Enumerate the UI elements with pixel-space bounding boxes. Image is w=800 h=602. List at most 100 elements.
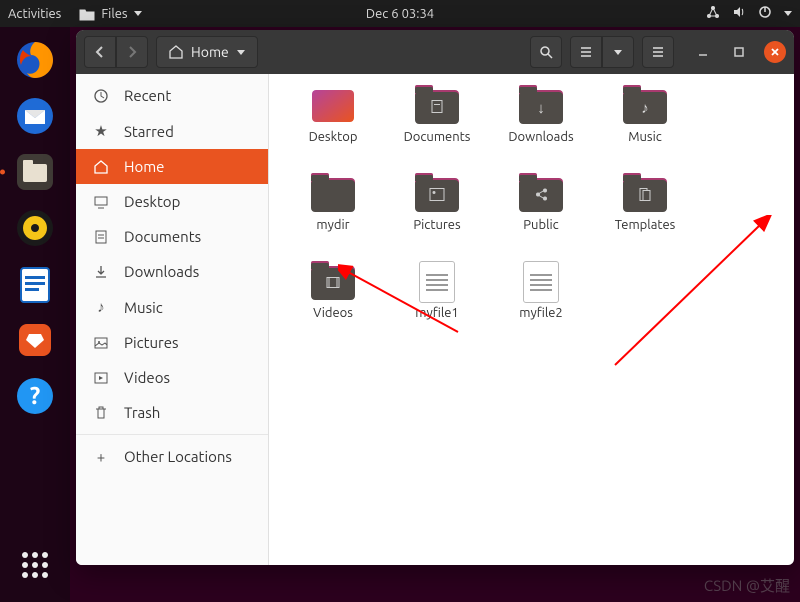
file-item-music[interactable]: ♪ Music [595, 86, 695, 166]
dock: ? [0, 27, 70, 602]
document-icon [92, 229, 110, 245]
view-options-button[interactable] [602, 36, 634, 68]
desktop-icon [92, 194, 110, 210]
sidebar-item-label: Trash [124, 404, 160, 421]
sidebar-item-label: Desktop [124, 193, 180, 210]
sidebar-item-music[interactable]: ♪ Music [76, 289, 268, 325]
power-icon[interactable] [758, 5, 772, 22]
folder-icon: ♪ [621, 86, 669, 126]
sidebar-item-trash[interactable]: Trash [76, 395, 268, 430]
search-button[interactable] [530, 36, 562, 68]
sidebar-item-documents[interactable]: Documents [76, 219, 268, 254]
folder-icon [621, 174, 669, 214]
sidebar-item-desktop[interactable]: Desktop [76, 184, 268, 219]
app-menu[interactable]: Files [79, 7, 141, 21]
clock-icon [92, 88, 110, 104]
home-icon [169, 45, 183, 59]
file-label: myfile1 [415, 306, 459, 320]
sidebar-item-label: Recent [124, 87, 171, 104]
path-bar[interactable]: Home [156, 36, 258, 68]
network-icon[interactable] [706, 5, 720, 22]
dock-libreoffice[interactable] [10, 259, 60, 309]
dock-rhythmbox[interactable] [10, 203, 60, 253]
folder-icon [309, 262, 357, 302]
maximize-button[interactable] [728, 41, 750, 63]
sidebar-item-recent[interactable]: Recent [76, 78, 268, 113]
file-label: Pictures [413, 218, 460, 232]
sidebar-item-starred[interactable]: ★ Starred [76, 113, 268, 149]
hamburger-button[interactable] [642, 36, 674, 68]
sidebar: Recent ★ Starred Home Desktop Documents D… [76, 74, 269, 565]
clock[interactable]: Dec 6 03:34 [366, 7, 434, 21]
music-icon: ♪ [92, 298, 110, 316]
app-menu-label: Files [101, 7, 127, 21]
folder-icon [79, 7, 95, 21]
file-item-myfile2[interactable]: myfile2 [491, 262, 591, 342]
svg-text:?: ? [30, 382, 41, 409]
dock-help[interactable]: ? [10, 371, 60, 421]
sidebar-item-home[interactable]: Home [76, 149, 268, 184]
desktop-folder-icon [309, 86, 357, 126]
folder-icon [517, 174, 565, 214]
download-icon [92, 264, 110, 280]
sidebar-item-label: Starred [124, 123, 174, 140]
file-label: Desktop [309, 130, 358, 144]
gnome-top-panel: Activities Files Dec 6 03:34 [0, 0, 800, 27]
sidebar-item-label: Pictures [124, 334, 179, 351]
dock-firefox[interactable] [10, 35, 60, 85]
file-item-myfile1[interactable]: myfile1 [387, 262, 487, 342]
folder-icon [309, 174, 357, 214]
file-label: Videos [313, 306, 353, 320]
files-window: Home Recent ★ Starred Home Desktop Docume… [76, 30, 794, 565]
folder-icon [413, 174, 461, 214]
file-item-templates[interactable]: Templates [595, 174, 695, 254]
sidebar-item-pictures[interactable]: Pictures [76, 325, 268, 360]
separator [76, 434, 268, 435]
home-icon [92, 159, 110, 175]
titlebar: Home [76, 30, 794, 74]
dock-show-apps[interactable] [10, 540, 60, 590]
trash-icon [92, 405, 110, 421]
sidebar-item-label: Videos [124, 369, 170, 386]
activities-button[interactable]: Activities [8, 7, 61, 21]
volume-icon[interactable] [732, 5, 746, 22]
dock-files[interactable] [10, 147, 60, 197]
close-button[interactable] [764, 41, 786, 63]
file-item-documents[interactable]: Documents [387, 86, 487, 166]
file-item-downloads[interactable]: ↓ Downloads [491, 86, 591, 166]
minimize-button[interactable] [692, 41, 714, 63]
file-label: Documents [404, 130, 471, 144]
path-label: Home [191, 44, 229, 60]
sidebar-item-label: Other Locations [124, 448, 232, 465]
sidebar-item-downloads[interactable]: Downloads [76, 254, 268, 289]
forward-button[interactable] [116, 36, 148, 68]
file-label: Templates [615, 218, 676, 232]
sidebar-item-label: Music [124, 299, 163, 316]
folder-icon: ↓ [517, 86, 565, 126]
back-button[interactable] [84, 36, 116, 68]
sidebar-item-videos[interactable]: Videos [76, 360, 268, 395]
text-file-icon [517, 262, 565, 302]
pictures-icon [92, 335, 110, 351]
file-item-videos[interactable]: Videos [283, 262, 383, 342]
file-item-desktop[interactable]: Desktop [283, 86, 383, 166]
videos-icon [92, 370, 110, 386]
dock-thunderbird[interactable] [10, 91, 60, 141]
sidebar-item-label: Documents [124, 228, 201, 245]
sidebar-item-label: Downloads [124, 263, 199, 280]
star-icon: ★ [92, 122, 110, 140]
text-file-icon [413, 262, 461, 302]
file-label: Downloads [508, 130, 573, 144]
sidebar-item-other-locations[interactable]: + Other Locations [76, 439, 268, 474]
plus-icon: + [92, 448, 110, 465]
file-label: Music [628, 130, 662, 144]
file-item-public[interactable]: Public [491, 174, 591, 254]
chevron-down-icon [784, 11, 792, 16]
dock-software[interactable] [10, 315, 60, 365]
view-list-button[interactable] [570, 36, 602, 68]
file-item-pictures[interactable]: Pictures [387, 174, 487, 254]
chevron-down-icon [134, 11, 142, 16]
file-grid[interactable]: Desktop Documents ↓ Downloads ♪ Music mydi… [269, 74, 794, 565]
file-item-mydir[interactable]: mydir [283, 174, 383, 254]
file-label: myfile2 [519, 306, 563, 320]
